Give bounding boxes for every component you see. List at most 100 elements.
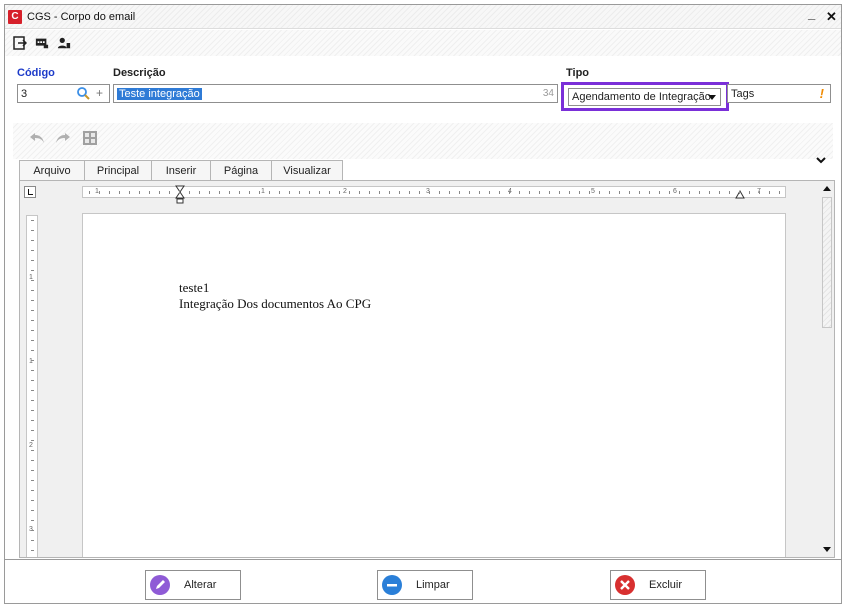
ruler-tick <box>729 191 730 194</box>
chevron-down-icon[interactable] <box>708 95 716 100</box>
ruler-tick <box>249 191 250 194</box>
ruler-tick <box>169 191 170 194</box>
ruler-number: 1 <box>261 188 265 195</box>
ruler-tick <box>329 191 330 194</box>
ruler-tick <box>719 191 720 194</box>
exit-icon[interactable] <box>13 36 27 50</box>
ruler-tick <box>31 390 34 391</box>
redo-icon[interactable] <box>55 131 71 148</box>
edit-icon <box>150 575 170 595</box>
ruler-tick <box>339 191 340 194</box>
alterar-button[interactable]: Alterar <box>145 570 241 600</box>
descricao-field[interactable]: Teste integração 34 <box>113 84 558 103</box>
alterar-label: Alterar <box>184 579 217 591</box>
limpar-button[interactable]: Limpar <box>377 570 473 600</box>
tipo-value: Agendamento de Integração <box>572 91 711 103</box>
scroll-down-icon[interactable] <box>823 547 831 552</box>
ruler-tick <box>31 550 34 551</box>
ruler-tick <box>31 420 34 421</box>
excluir-button[interactable]: Excluir <box>610 570 706 600</box>
user-icon[interactable] <box>57 36 71 50</box>
ruler-tick <box>31 500 34 501</box>
ruler-tick <box>669 191 670 194</box>
ruler-tick <box>299 191 300 194</box>
ruler-tick <box>189 191 190 194</box>
warning-icon: ! <box>819 86 824 101</box>
document-page[interactable]: teste1 Integração Dos documentos Ao CPG <box>82 213 786 557</box>
ruler-tick <box>31 530 34 531</box>
ruler-tick <box>679 191 680 194</box>
tags-field[interactable]: Tags ! <box>727 84 831 103</box>
ruler-tick <box>159 191 160 194</box>
undo-icon[interactable] <box>29 131 45 148</box>
ruler-tick <box>739 191 740 194</box>
ruler-tick <box>99 191 100 194</box>
ruler-tick <box>31 290 34 291</box>
ruler-tick <box>179 191 180 194</box>
ruler-number: 5 <box>591 188 595 195</box>
ruler-tick <box>529 191 530 194</box>
scroll-up-icon[interactable] <box>823 186 831 191</box>
ruler-tick <box>509 191 510 194</box>
message-icon[interactable] <box>35 36 49 50</box>
scrollbar-thumb[interactable] <box>822 197 832 328</box>
ruler-tick <box>499 191 500 194</box>
ruler-tick <box>769 191 770 194</box>
tab-pagina[interactable]: Página <box>210 160 272 180</box>
ruler-tick <box>709 191 710 194</box>
tab-principal[interactable]: Principal <box>84 160 152 180</box>
ruler-tick <box>31 280 34 281</box>
close-button[interactable]: ✕ <box>826 9 837 25</box>
quick-access-bar <box>13 123 833 159</box>
horizontal-ruler[interactable]: 1 1 2 3 4 5 6 7 <box>82 185 786 204</box>
tags-label: Tags <box>731 87 755 100</box>
ruler-tick <box>779 191 780 194</box>
ruler-number: 2 <box>343 188 347 195</box>
tab-inserir[interactable]: Inserir <box>151 160 211 180</box>
tab-visualizar[interactable]: Visualizar <box>271 160 343 180</box>
ruler-tick <box>659 191 660 194</box>
ruler-tick <box>369 191 370 194</box>
window-title: CGS - Corpo do email <box>27 10 136 23</box>
ruler-tick <box>31 380 34 381</box>
ruler-tick <box>31 310 34 311</box>
ruler-tick <box>419 191 420 194</box>
ruler-tick <box>31 510 34 511</box>
ruler-tick <box>539 191 540 194</box>
ruler-tick <box>31 520 34 521</box>
indent-marker-icon[interactable] <box>175 185 185 208</box>
ruler-tick <box>139 191 140 194</box>
search-icon[interactable] <box>76 86 90 103</box>
add-icon[interactable]: + <box>96 86 103 100</box>
ruler-tick <box>379 191 380 194</box>
ruler-tick <box>359 191 360 194</box>
ruler-number: 6 <box>673 188 677 195</box>
document-line: teste1 <box>179 280 210 295</box>
ruler-tick <box>479 191 480 194</box>
ruler-tick <box>31 430 34 431</box>
ruler-tick <box>549 191 550 194</box>
codigo-field[interactable]: 3 + <box>17 84 110 103</box>
ruler-tick <box>569 191 570 194</box>
rich-text-editor[interactable]: 1 1 2 3 4 5 6 7 1 1 2 3 teste1 Integraçã… <box>19 180 835 558</box>
tab-arquivo[interactable]: Arquivo <box>19 160 85 180</box>
ruler-tick <box>31 250 34 251</box>
tipo-select[interactable]: Agendamento de Integração <box>568 88 721 106</box>
ruler-tick <box>319 191 320 194</box>
minimize-button[interactable]: _ <box>808 6 815 21</box>
minus-icon <box>382 575 402 595</box>
ruler-tick <box>31 440 34 441</box>
vertical-scrollbar[interactable] <box>820 181 834 557</box>
ruler-tick <box>129 191 130 194</box>
grid-icon[interactable] <box>83 131 97 149</box>
chevron-down-icon[interactable] <box>815 155 827 168</box>
vertical-ruler[interactable]: 1 1 2 3 <box>26 215 38 557</box>
tipo-label: Tipo <box>566 67 590 79</box>
ruler-tick <box>31 330 34 331</box>
ruler-tick <box>399 191 400 194</box>
ruler-tick <box>209 191 210 194</box>
tab-stop-selector[interactable] <box>24 186 36 198</box>
right-indent-marker-icon[interactable] <box>735 189 745 202</box>
ruler-tick <box>599 191 600 194</box>
char-counter: 34 <box>542 88 554 99</box>
